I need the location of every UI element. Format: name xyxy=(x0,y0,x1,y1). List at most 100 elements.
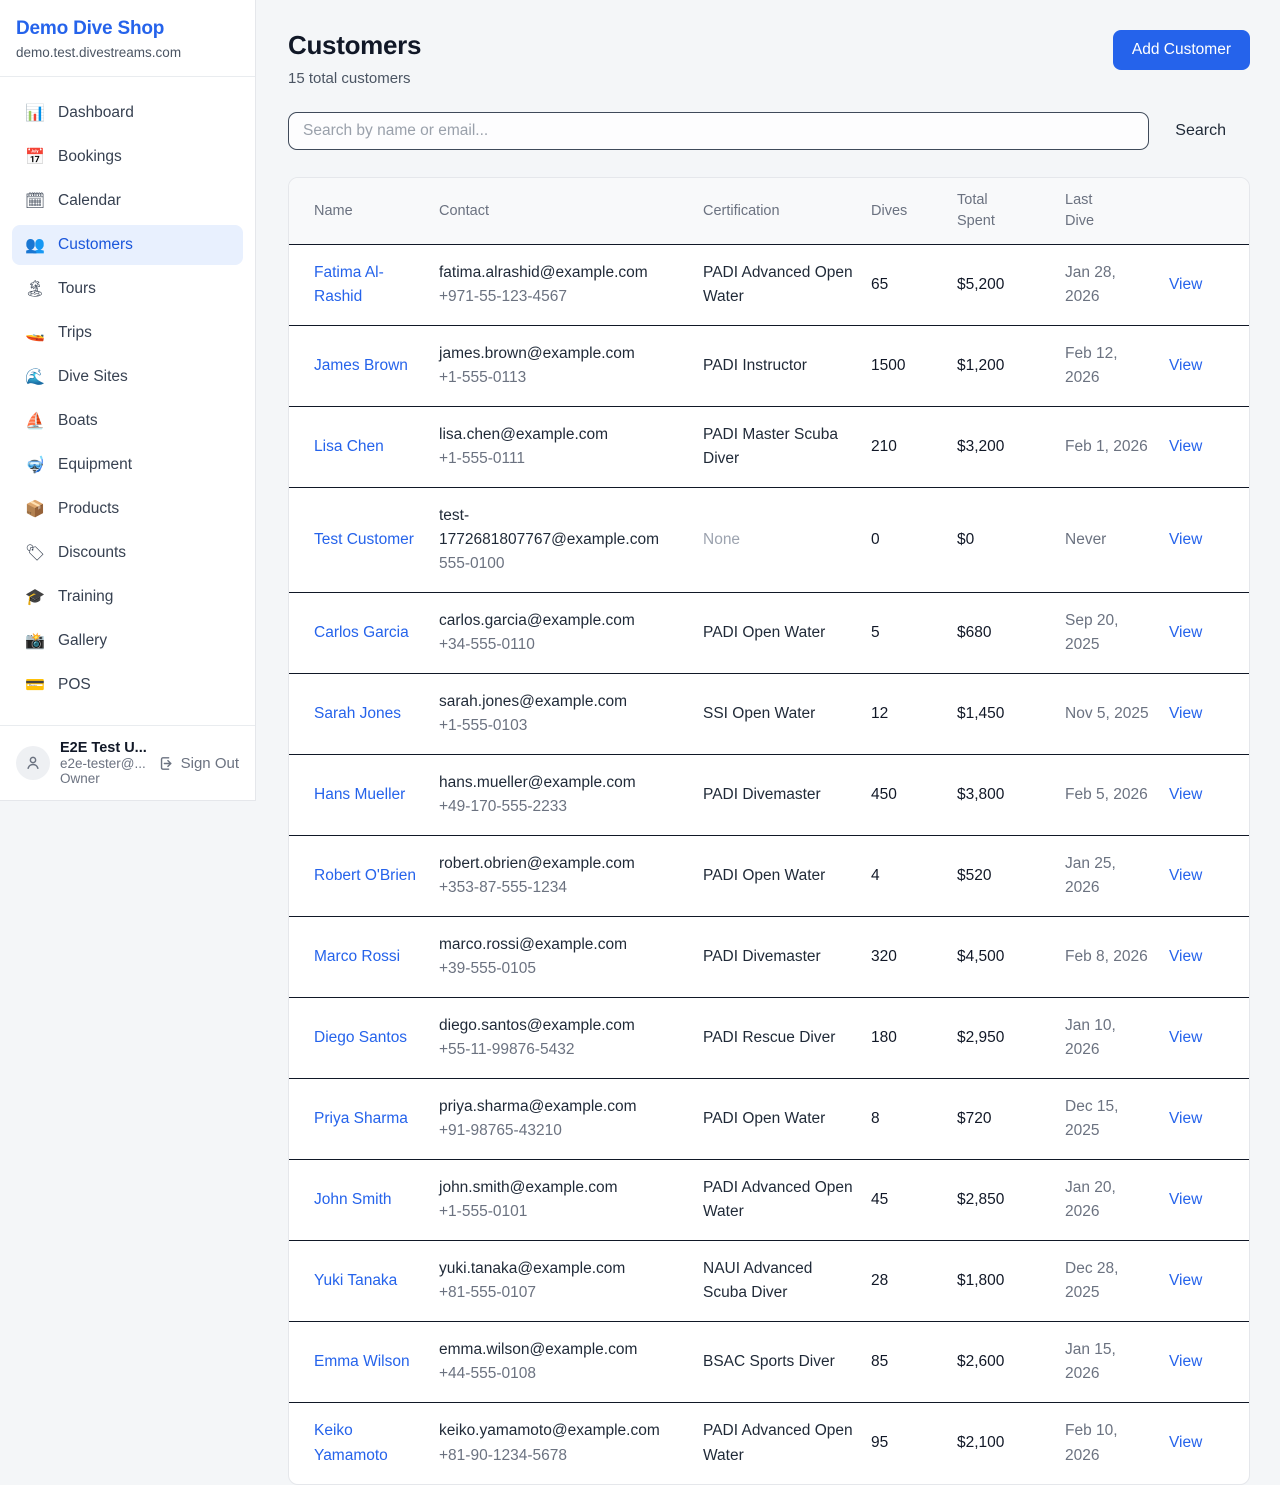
brand-block: Demo Dive Shop demo.test.divestreams.com xyxy=(0,0,255,77)
customer-phone: 555-0100 xyxy=(439,552,687,576)
customer-email: robert.obrien@example.com xyxy=(439,852,687,876)
sidebar-item-tours[interactable]: 🏝Tours xyxy=(12,269,243,309)
view-link[interactable]: View xyxy=(1169,705,1202,722)
view-link[interactable]: View xyxy=(1169,1272,1202,1289)
customer-last-dive: Jan 15, 2026 xyxy=(1065,1322,1169,1403)
tag-icon: 🏷 xyxy=(24,543,46,563)
customer-total-spent: $2,850 xyxy=(957,1160,1065,1241)
sidebar-item-gallery[interactable]: 📸Gallery xyxy=(12,621,243,661)
customer-dives: 0 xyxy=(871,488,957,593)
customer-name-link[interactable]: Keiko Yamamoto xyxy=(314,1422,388,1463)
customer-total-spent: $0 xyxy=(957,488,1065,593)
customer-certification: BSAC Sports Diver xyxy=(703,1322,871,1403)
user-email: e2e-tester@... xyxy=(60,756,148,771)
customer-last-dive: Dec 28, 2025 xyxy=(1065,1241,1169,1322)
customer-name-link[interactable]: Carlos Garcia xyxy=(314,624,409,641)
customer-certification: PADI Open Water xyxy=(703,593,871,674)
customer-name-link[interactable]: Marco Rossi xyxy=(314,948,400,965)
view-link[interactable]: View xyxy=(1169,1029,1202,1046)
sidebar-item-label: Boats xyxy=(58,412,98,430)
customer-name-link[interactable]: James Brown xyxy=(314,357,408,374)
column-header: Last Dive xyxy=(1065,178,1169,245)
customer-certification: PADI Advanced Open Water xyxy=(703,245,871,326)
view-link[interactable]: View xyxy=(1169,624,1202,641)
customer-phone: +1-555-0101 xyxy=(439,1200,687,1224)
view-link[interactable]: View xyxy=(1169,438,1202,455)
view-link[interactable]: View xyxy=(1169,1191,1202,1208)
sidebar-item-label: POS xyxy=(58,676,91,694)
sidebar-item-label: Bookings xyxy=(58,148,122,166)
view-link[interactable]: View xyxy=(1169,357,1202,374)
table-row: Lisa Chenlisa.chen@example.com+1-555-011… xyxy=(289,407,1250,488)
search-button[interactable]: Search xyxy=(1149,122,1250,140)
view-link[interactable]: View xyxy=(1169,1434,1202,1451)
customer-name-link[interactable]: Fatima Al-Rashid xyxy=(314,264,384,305)
column-header: Total Spent xyxy=(957,178,1065,245)
customer-name-link[interactable]: Sarah Jones xyxy=(314,705,401,722)
sailboat-icon: ⛵ xyxy=(24,411,46,431)
sidebar-item-label: Equipment xyxy=(58,456,132,474)
customer-phone: +44-555-0108 xyxy=(439,1362,687,1386)
view-link[interactable]: View xyxy=(1169,948,1202,965)
total-customers-count: 15 total customers xyxy=(288,70,421,87)
customer-last-dive: Feb 10, 2026 xyxy=(1065,1403,1169,1484)
sidebar-item-discounts[interactable]: 🏷 Discounts xyxy=(12,533,243,573)
customer-name-link[interactable]: Priya Sharma xyxy=(314,1110,408,1127)
customer-email: test-1772681807767@example.com xyxy=(439,504,687,552)
customer-phone: +1-555-0111 xyxy=(439,447,687,471)
customer-name-link[interactable]: Robert O'Brien xyxy=(314,867,416,884)
customer-name-link[interactable]: Hans Mueller xyxy=(314,786,405,803)
sidebar-item-label: Discounts xyxy=(58,544,126,562)
customer-email: keiko.yamamoto@example.com xyxy=(439,1419,687,1443)
sidebar-item-calendar[interactable]: 🗓Calendar xyxy=(12,181,243,221)
customer-name-link[interactable]: Emma Wilson xyxy=(314,1353,410,1370)
customer-last-dive: Jan 20, 2026 xyxy=(1065,1160,1169,1241)
customer-name-link[interactable]: Yuki Tanaka xyxy=(314,1272,397,1289)
customer-total-spent: $3,800 xyxy=(957,755,1065,836)
sidebar-item-customers[interactable]: 👥Customers xyxy=(12,225,243,265)
view-link[interactable]: View xyxy=(1169,1353,1202,1370)
customer-dives: 95 xyxy=(871,1403,957,1484)
customer-dives: 85 xyxy=(871,1322,957,1403)
customer-total-spent: $680 xyxy=(957,593,1065,674)
sidebar-item-dive-sites[interactable]: 🌊Dive Sites xyxy=(12,357,243,397)
user-footer: E2E Test U... e2e-tester@... Owner Sign … xyxy=(0,725,255,800)
sidebar-item-equipment[interactable]: 🤿Equipment xyxy=(12,445,243,485)
customer-email: carlos.garcia@example.com xyxy=(439,609,687,633)
column-header: Contact xyxy=(439,178,703,245)
sidebar-item-label: Dive Sites xyxy=(58,368,128,386)
customer-phone: +353-87-555-1234 xyxy=(439,876,687,900)
customer-phone: +81-555-0107 xyxy=(439,1281,687,1305)
view-link[interactable]: View xyxy=(1169,531,1202,548)
search-input[interactable] xyxy=(288,112,1149,150)
view-link[interactable]: View xyxy=(1169,1110,1202,1127)
sidebar-item-trips[interactable]: 🚤Trips xyxy=(12,313,243,353)
customer-name-link[interactable]: Test Customer xyxy=(314,531,414,548)
customer-phone: +1-555-0113 xyxy=(439,366,687,390)
sidebar-item-products[interactable]: 📦Products xyxy=(12,489,243,529)
customer-dives: 4 xyxy=(871,836,957,917)
sidebar-item-bookings[interactable]: 📅Bookings xyxy=(12,137,243,177)
view-link[interactable]: View xyxy=(1169,276,1202,293)
customer-email: hans.mueller@example.com xyxy=(439,771,687,795)
sidebar-item-boats[interactable]: ⛵ Boats xyxy=(12,401,243,441)
customer-name-link[interactable]: John Smith xyxy=(314,1191,392,1208)
view-link[interactable]: View xyxy=(1169,786,1202,803)
table-row: Test Customer test-1772681807767@example.… xyxy=(289,488,1250,593)
graduation-cap-icon: 🎓 xyxy=(24,587,46,607)
customer-dives: 1500 xyxy=(871,326,957,407)
customer-dives: 12 xyxy=(871,674,957,755)
sidebar-item-pos[interactable]: 💳POS xyxy=(12,665,243,705)
customer-certification: PADI Open Water xyxy=(703,1079,871,1160)
sign-out-button[interactable]: Sign Out xyxy=(158,755,239,772)
sidebar-item-dashboard[interactable]: 📊Dashboard xyxy=(12,93,243,133)
sidebar-item-training[interactable]: 🎓Training xyxy=(12,577,243,617)
customer-last-dive: Nov 5, 2025 xyxy=(1065,674,1169,755)
view-link[interactable]: View xyxy=(1169,867,1202,884)
customer-certification: PADI Divemaster xyxy=(703,755,871,836)
customer-name-link[interactable]: Lisa Chen xyxy=(314,438,384,455)
customer-certification: SSI Open Water xyxy=(703,674,871,755)
customer-name-link[interactable]: Diego Santos xyxy=(314,1029,407,1046)
island-icon: 🏝 xyxy=(24,279,46,299)
add-customer-button[interactable]: Add Customer xyxy=(1113,30,1250,70)
